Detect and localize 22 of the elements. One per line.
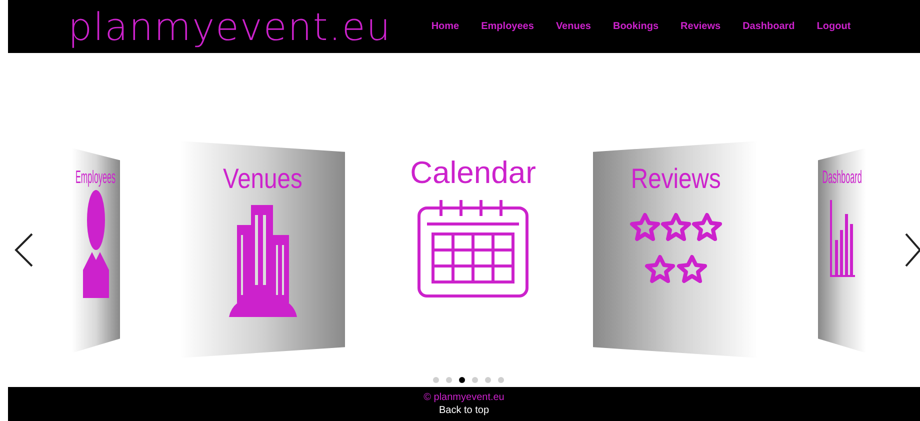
- carousel-side-panel[interactable]: Employees: [72, 148, 120, 353]
- back-to-top-link[interactable]: Back to top: [438, 404, 490, 417]
- carousel-side-panel[interactable]: Dashboard: [818, 148, 866, 353]
- person-icon: [83, 190, 109, 298]
- nav-link[interactable]: Employees: [481, 19, 534, 34]
- slide-title: Employees: [76, 168, 116, 186]
- calendar-icon: [417, 198, 529, 298]
- slide-title: Venues: [222, 165, 302, 193]
- nav-link[interactable]: Dashboard: [742, 19, 795, 34]
- nav-link[interactable]: Bookings: [612, 19, 659, 34]
- nav-link[interactable]: Logout: [816, 19, 851, 34]
- slide-title: Calendar: [410, 157, 536, 188]
- carousel-slide[interactable]: Calendar: [398, 153, 548, 333]
- nav-link[interactable]: Reviews: [680, 19, 721, 34]
- site-logo[interactable]: planmyevent.eu: [68, 8, 392, 46]
- copyright-text: © planmyevent.eu: [424, 391, 504, 404]
- slide-title: Dashboard: [822, 168, 862, 186]
- nav-link[interactable]: Venues: [556, 19, 591, 34]
- slide-title: Reviews: [630, 165, 720, 193]
- nav-link[interactable]: Home: [431, 19, 460, 34]
- bar-chart-icon: [829, 200, 855, 278]
- stars-icon: [628, 211, 722, 285]
